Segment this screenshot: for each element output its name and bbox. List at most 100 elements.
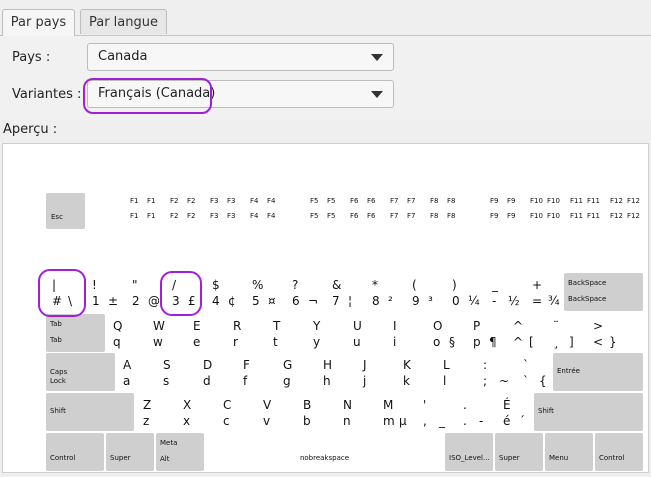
key-symbol[interactable]: :; ~ xyxy=(477,353,515,391)
key-d[interactable]: Dd xyxy=(197,353,235,391)
key-s[interactable]: Ss xyxy=(157,353,195,391)
key-f1[interactable]: F1 F1 F1 F1 xyxy=(127,193,165,229)
key-menu[interactable]: Menu xyxy=(545,433,593,471)
key-f7[interactable]: F7 F7 F7 F7 xyxy=(387,193,425,229)
key-glyph: . xyxy=(463,414,467,428)
key-glyph: Super xyxy=(499,454,520,462)
key-symbol[interactable]: _ - ½ xyxy=(486,273,524,311)
key-f[interactable]: Ff xyxy=(237,353,275,391)
key-symbol[interactable]: / 3 £ xyxy=(166,273,204,311)
key-f11[interactable]: F11 F11 F11 F11 xyxy=(567,193,605,229)
key-symbol[interactable]: | # \ xyxy=(46,273,84,311)
key-a[interactable]: Aa xyxy=(117,353,155,391)
key-symbol[interactable]: > <} xyxy=(587,314,625,352)
key-glyph: £ xyxy=(188,294,196,308)
key-h[interactable]: Hh xyxy=(317,353,355,391)
key-glyph: 9 xyxy=(412,294,420,308)
variant-select[interactable]: Français (Canada) xyxy=(87,80,394,108)
key-symbol[interactable]: ¨ ¸] xyxy=(547,314,585,352)
key-glyph: s xyxy=(163,374,170,388)
key-f4[interactable]: F4 F4 F4 F4 xyxy=(247,193,285,229)
key-glyph: Meta xyxy=(160,439,178,447)
key-tab[interactable]: Tab Tab xyxy=(46,314,105,352)
key-n[interactable]: Nn xyxy=(337,393,375,431)
key-c[interactable]: Cc xyxy=(217,393,255,431)
key-glyph: e xyxy=(193,335,201,349)
key-z[interactable]: Zz xyxy=(137,393,175,431)
key-shift[interactable]: Shift xyxy=(534,393,643,431)
tab-par-pays[interactable]: Par pays xyxy=(2,9,75,36)
key-esc[interactable]: Esc xyxy=(46,193,85,229)
key-t[interactable]: Tt xyxy=(267,314,305,352)
key-f2[interactable]: F2 F2 F2 F2 xyxy=(167,193,205,229)
key-y[interactable]: Yy xyxy=(307,314,345,352)
key-meta[interactable]: Meta Alt xyxy=(156,433,204,471)
key-entr-e[interactable]: Entrée xyxy=(553,353,643,391)
key-glyph: P xyxy=(473,319,481,333)
key-symbol[interactable]: ', _ xyxy=(417,393,455,431)
key-f3[interactable]: F3 F3 F3 F3 xyxy=(207,193,245,229)
key-nobreakspace[interactable]: nobreakspace xyxy=(206,433,443,471)
key-f10[interactable]: F10 F10 F10 F10 xyxy=(527,193,565,229)
key-m[interactable]: Mmµ xyxy=(377,393,415,431)
key-j[interactable]: Jj xyxy=(357,353,395,391)
key-glyph: j xyxy=(363,374,367,388)
key-control[interactable]: Control xyxy=(595,433,643,471)
key-iso-level[interactable]: ISO_Level... xyxy=(445,433,493,471)
key-glyph: ; xyxy=(483,374,488,388)
key-e[interactable]: Ee xyxy=(187,314,225,352)
key-glyph: A xyxy=(123,358,132,372)
key-caps-lock[interactable]: Caps Lock xyxy=(46,353,115,391)
key-super[interactable]: Super xyxy=(106,433,154,471)
country-select[interactable]: Canada xyxy=(87,43,394,71)
key-symbol[interactable]: ! 1 ± xyxy=(86,273,124,311)
key-symbol[interactable]: " 2 @ xyxy=(126,273,164,311)
key-f8[interactable]: F8 F8 F8 F8 xyxy=(427,193,465,229)
key-symbol[interactable]: ..- xyxy=(457,393,495,431)
key-o[interactable]: Oo § xyxy=(427,314,465,352)
key-glyph: v xyxy=(263,414,271,428)
key-super[interactable]: Super xyxy=(495,433,543,471)
key-glyph: - xyxy=(479,414,484,428)
key-x[interactable]: Xx xyxy=(177,393,215,431)
country-value: Canada xyxy=(98,49,148,64)
key-symbol[interactable]: ? 6 ¬ xyxy=(286,273,324,311)
key-symbol[interactable]: (9 ³ xyxy=(406,273,444,311)
key-glyph: \ xyxy=(68,294,73,308)
key-glyph: ? xyxy=(292,278,299,292)
key-symbol[interactable]: ` ` { xyxy=(517,353,555,391)
key-symbol[interactable]: * 8 ² xyxy=(366,273,404,311)
key-symbol[interactable]: Éé ´ xyxy=(497,393,535,431)
key-p[interactable]: Pp ¶ xyxy=(467,314,505,352)
key-symbol[interactable]: ^ ^ [ xyxy=(507,314,545,352)
key-symbol[interactable]: $4 ¢ xyxy=(206,273,244,311)
key-l[interactable]: Ll xyxy=(437,353,475,391)
key-q[interactable]: Qq xyxy=(107,314,145,352)
key-symbol[interactable]: + = ¾ xyxy=(526,273,564,311)
key-symbol[interactable]: % 5 ¤ xyxy=(246,273,284,311)
key-k[interactable]: Kk xyxy=(397,353,435,391)
key-f9[interactable]: F9 F9 F9 F9 xyxy=(487,193,525,229)
key-r[interactable]: Rr xyxy=(227,314,265,352)
key-glyph: F9 xyxy=(507,197,516,205)
key-control[interactable]: Control xyxy=(46,433,104,471)
key-glyph: I xyxy=(393,319,397,333)
key-glyph: O xyxy=(433,319,443,333)
key-symbol[interactable]: ) 0 ¼ xyxy=(446,273,484,311)
key-glyph: F4 xyxy=(267,197,276,205)
key-i[interactable]: Ii xyxy=(387,314,425,352)
key-v[interactable]: Vv xyxy=(257,393,295,431)
key-g[interactable]: Gg xyxy=(277,353,315,391)
key-u[interactable]: Uu xyxy=(347,314,385,352)
key-glyph: Tab xyxy=(50,336,62,344)
key-f6[interactable]: F6 F6 F6 F6 xyxy=(347,193,385,229)
key-f12[interactable]: F12 F12 F12 F12 xyxy=(607,193,645,229)
key-shift[interactable]: Shift xyxy=(46,393,134,431)
key-w[interactable]: Ww xyxy=(147,314,185,352)
chevron-down-icon xyxy=(371,91,383,98)
tab-par-langue[interactable]: Par langue xyxy=(80,9,167,34)
key-b[interactable]: Bb xyxy=(297,393,335,431)
key-f5[interactable]: F5 F5 F5 F5 xyxy=(307,193,345,229)
key-backspace[interactable]: BackSpace BackSpace xyxy=(564,273,643,311)
key-symbol[interactable]: & 7 ¦ xyxy=(326,273,364,311)
